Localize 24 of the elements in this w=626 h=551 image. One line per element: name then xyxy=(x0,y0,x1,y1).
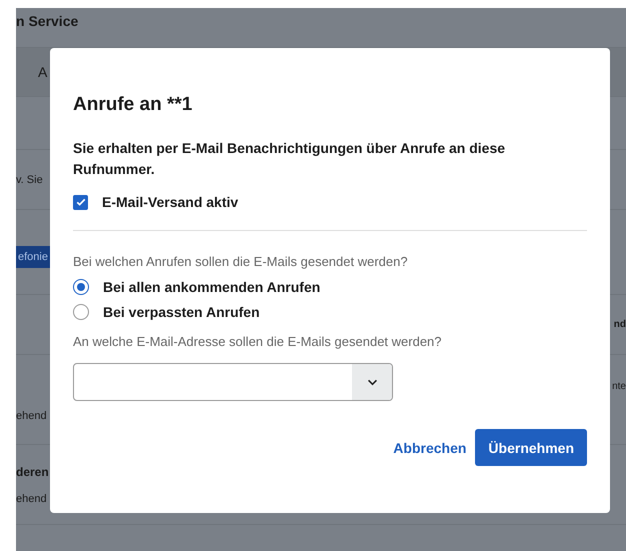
page-title: n Service xyxy=(16,13,78,29)
checkbox[interactable] xyxy=(73,194,88,210)
table-cell-text: nte xyxy=(612,380,626,394)
checkmark-icon xyxy=(74,196,86,208)
cancel-link[interactable]: Abbrechen xyxy=(393,440,466,456)
apply-button[interactable]: Übernehmen xyxy=(475,429,587,466)
email-active-checkbox[interactable]: E-Mail-Versand aktiv xyxy=(73,194,238,210)
tab[interactable]: A xyxy=(38,64,48,80)
field-label: Bei welchen Anrufen sollen die E-Mails gesendet werden? xyxy=(73,254,408,269)
page-text: v. Sie xyxy=(16,174,43,186)
table-cell-text: ehend xyxy=(16,492,48,504)
dialog-description: Sie erhalten per E-Mail Benachrichtigungen über Anrufe an diese Rufnummer. xyxy=(73,139,506,179)
table-cell-text: ehend xyxy=(16,410,48,422)
page-button[interactable]: efonie xyxy=(16,246,50,268)
radio-option[interactable]: Bei allen ankommenden Anrufen xyxy=(73,279,320,295)
dialog-title: Anrufe an **1 xyxy=(73,94,192,116)
radio-button[interactable] xyxy=(73,279,89,295)
table-cell: nd xyxy=(614,319,626,330)
radio-option[interactable]: Bei verpassten Anrufen xyxy=(73,304,260,320)
chevron-down-icon xyxy=(366,378,378,386)
field-label: An welche E-Mail-Adresse sollen die E-Mails gesendet werden? xyxy=(73,334,442,349)
table-cell: deren xyxy=(16,464,50,478)
email-address-dropdown[interactable] xyxy=(73,363,393,401)
radio-button[interactable] xyxy=(73,304,89,320)
